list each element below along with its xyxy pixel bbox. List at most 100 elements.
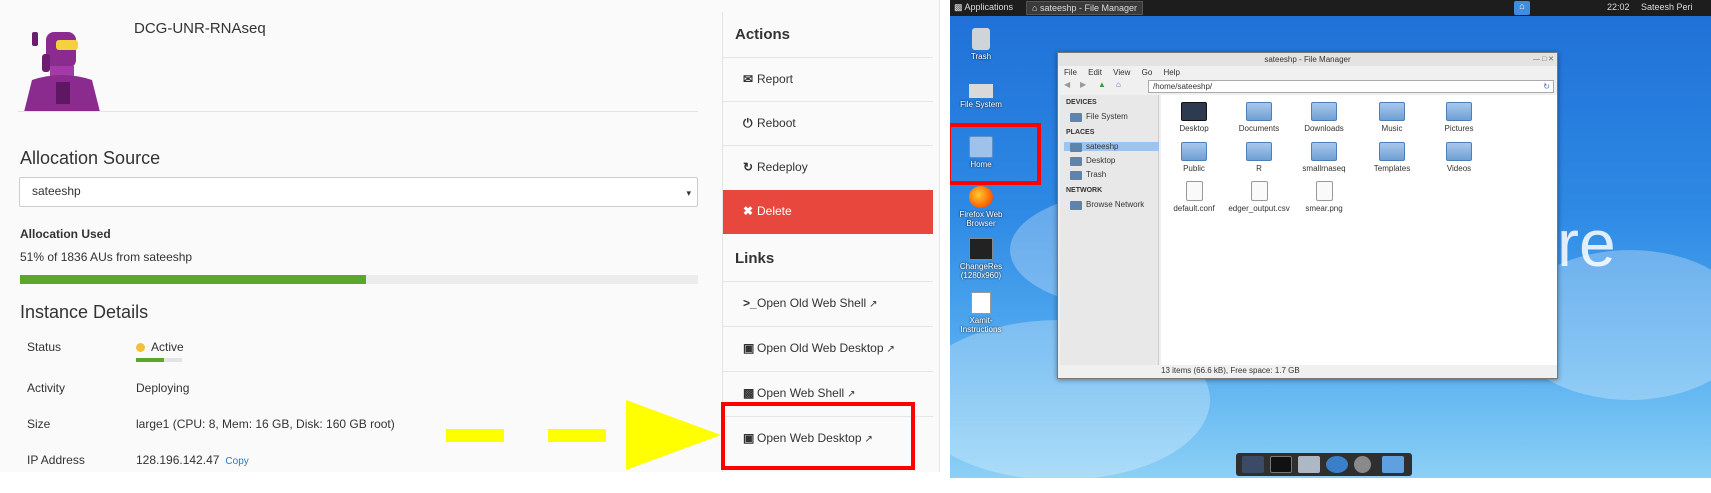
side-home[interactable]: sateeshp bbox=[1064, 142, 1159, 152]
reload-icon[interactable]: ↻ bbox=[1543, 82, 1550, 91]
search-icon[interactable] bbox=[1354, 456, 1371, 473]
file-item[interactable]: Videos bbox=[1426, 142, 1492, 173]
file-item[interactable]: R bbox=[1226, 142, 1292, 173]
csv-file-icon bbox=[1250, 181, 1268, 201]
up-arrow-icon[interactable]: ▲ bbox=[1098, 80, 1106, 89]
document-icon bbox=[971, 292, 991, 314]
open-old-web-shell-label: Open Old Web Shell bbox=[757, 296, 867, 310]
location-bar[interactable]: /home/sateeshp/ ↻ bbox=[1148, 80, 1554, 93]
menu-help[interactable]: Help bbox=[1164, 68, 1180, 77]
side-trash[interactable]: Trash bbox=[1070, 170, 1158, 180]
home-icon[interactable]: ⌂ bbox=[1514, 1, 1530, 15]
allocation-used-fill bbox=[20, 275, 366, 284]
redeploy-label: Redeploy bbox=[757, 160, 808, 174]
image-file-icon bbox=[1315, 181, 1333, 201]
file-manager-title[interactable]: sateeshp - File Manager bbox=[1058, 53, 1557, 66]
delete-button[interactable]: ✖ Delete bbox=[723, 190, 933, 234]
side-browse-network[interactable]: Browse Network bbox=[1070, 200, 1158, 210]
status-value: Active bbox=[151, 340, 184, 354]
terminal-icon[interactable] bbox=[1270, 456, 1292, 473]
desktop-topbar: ▩ Applications ⌂ sateeshp - File Manager… bbox=[950, 0, 1711, 16]
menu-edit[interactable]: Edit bbox=[1088, 68, 1102, 77]
taskbar-file-manager-label: sateeshp - File Manager bbox=[1039, 3, 1138, 13]
location-path: /home/sateeshp/ bbox=[1153, 82, 1213, 91]
highlight-home-icon bbox=[950, 123, 1041, 185]
menu-file[interactable]: File bbox=[1064, 68, 1077, 77]
shell-icon: ▩ bbox=[743, 386, 755, 400]
file-item[interactable]: Downloads bbox=[1291, 102, 1357, 133]
desktop-icon-label: File System bbox=[960, 100, 1002, 109]
redeploy-icon: ↻ bbox=[743, 160, 754, 174]
report-label: Report bbox=[757, 72, 794, 86]
allocation-used-text: 51% of 1836 AUs from sateeshp bbox=[20, 250, 193, 264]
back-arrow-icon[interactable]: ◀ bbox=[1064, 80, 1070, 89]
instance-name: DCG-UNR-RNAseq bbox=[134, 20, 266, 37]
folder-icon[interactable] bbox=[1382, 456, 1404, 473]
menu-view[interactable]: View bbox=[1113, 68, 1130, 77]
report-button[interactable]: ✉ Report bbox=[723, 57, 933, 101]
file-label: Pictures bbox=[1444, 124, 1474, 133]
instance-details-heading: Instance Details bbox=[20, 302, 149, 322]
file-item[interactable]: default.conf bbox=[1161, 181, 1227, 213]
annotation-dash bbox=[548, 429, 606, 442]
allocation-source-select[interactable]: sateeshp ▾ bbox=[19, 177, 698, 207]
forward-arrow-icon[interactable]: ▶ bbox=[1080, 80, 1086, 89]
open-old-web-shell-link[interactable]: >_Open Old Web Shell ↗ bbox=[723, 281, 933, 325]
status-label: Status bbox=[27, 340, 62, 354]
file-manager-icon[interactable] bbox=[1298, 456, 1320, 473]
window-controls[interactable]: — □ ✕ bbox=[1533, 55, 1554, 63]
applications-menu[interactable]: ▩ Applications bbox=[954, 2, 1013, 13]
annotation-dash bbox=[446, 429, 504, 442]
clock: 22:02 bbox=[1607, 2, 1630, 12]
file-item[interactable]: Public bbox=[1161, 142, 1227, 173]
home-icon: ⌂ bbox=[1032, 3, 1038, 13]
external-link-icon: ↗ bbox=[886, 344, 895, 355]
robot-avatar bbox=[24, 32, 100, 112]
side-file-system[interactable]: File System bbox=[1070, 112, 1158, 122]
desktop-icon: ▣ bbox=[743, 341, 755, 355]
trash-icon bbox=[972, 28, 990, 50]
status-value-wrap: Active bbox=[136, 340, 184, 354]
open-old-web-desktop-label: Open Old Web Desktop bbox=[757, 341, 884, 355]
web-browser-icon[interactable] bbox=[1326, 456, 1348, 473]
user-name[interactable]: Sateesh Peri bbox=[1641, 2, 1693, 12]
status-dot-icon bbox=[136, 343, 145, 352]
allocation-source-heading: Allocation Source bbox=[20, 148, 161, 168]
file-item[interactable]: smallrnaseq bbox=[1291, 142, 1357, 173]
status-progress-fill bbox=[136, 358, 164, 362]
remote-desktop: re ▩ Applications ⌂ sateeshp - File Mana… bbox=[950, 0, 1711, 478]
file-item[interactable]: Music bbox=[1359, 102, 1425, 133]
file-item[interactable]: smear.png bbox=[1291, 181, 1357, 213]
redeploy-button[interactable]: ↻ Redeploy bbox=[723, 145, 933, 189]
file-label: Documents bbox=[1238, 124, 1280, 133]
show-desktop-icon[interactable] bbox=[1242, 456, 1264, 473]
open-old-web-desktop-link[interactable]: ▣ Open Old Web Desktop ↗ bbox=[723, 326, 933, 370]
file-item[interactable]: Templates bbox=[1359, 142, 1425, 173]
wallpaper-text: re bbox=[1557, 206, 1616, 280]
side-devices-heading: DEVICES bbox=[1066, 99, 1097, 106]
side-desktop[interactable]: Desktop bbox=[1070, 156, 1158, 166]
desktop-icon-instructions[interactable]: Xamit-Instructions bbox=[950, 292, 1012, 334]
activity-label: Activity bbox=[27, 381, 66, 395]
file-label: Videos bbox=[1446, 164, 1472, 173]
status-progress-bar bbox=[136, 358, 182, 362]
reboot-button[interactable]: ⏻ Reboot bbox=[723, 101, 933, 145]
highlight-open-web-desktop bbox=[721, 402, 915, 470]
menu-go[interactable]: Go bbox=[1142, 68, 1153, 77]
file-label: Downloads bbox=[1304, 124, 1344, 133]
file-item[interactable]: edger_output.csv bbox=[1226, 181, 1292, 213]
file-item[interactable]: Desktop bbox=[1161, 102, 1227, 133]
desktop-icon-trash[interactable]: Trash bbox=[950, 28, 1012, 61]
copy-ip-link[interactable]: Copy bbox=[225, 456, 248, 467]
ip-label: IP Address bbox=[27, 453, 85, 467]
home-icon[interactable]: ⌂ bbox=[1116, 80, 1121, 89]
taskbar-file-manager[interactable]: ⌂ sateeshp - File Manager bbox=[1026, 1, 1144, 15]
file-item[interactable]: Pictures bbox=[1426, 102, 1492, 133]
firefox-icon bbox=[969, 186, 993, 208]
file-item[interactable]: Documents bbox=[1226, 102, 1292, 133]
desktop-icon-changeres[interactable]: ChangeRes (1280x960) bbox=[950, 238, 1012, 280]
file-label: smear.png bbox=[1305, 204, 1343, 213]
allocation-used-bar bbox=[20, 275, 698, 284]
desktop-icon-firefox[interactable]: Firefox Web Browser bbox=[950, 186, 1012, 228]
music-folder-icon bbox=[1379, 102, 1405, 121]
